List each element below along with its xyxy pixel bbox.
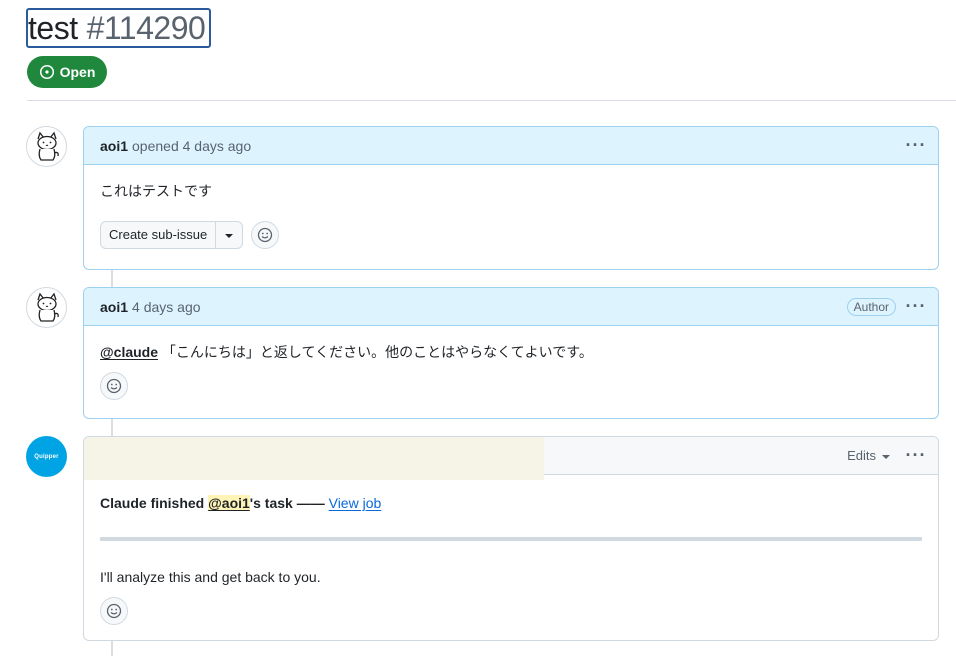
- comment-header: Edits ···: [84, 437, 938, 480]
- timeline-connector: [111, 419, 113, 437]
- triangle-down-icon: [882, 454, 890, 459]
- timeline-connector: [111, 641, 113, 656]
- kebab-horizontal-icon[interactable]: ···: [904, 135, 928, 156]
- comment-author[interactable]: aoi1: [100, 299, 128, 315]
- author-badge: Author: [846, 297, 896, 316]
- avatar[interactable]: [26, 126, 67, 167]
- create-sub-issue-button[interactable]: Create sub-issue: [101, 222, 217, 248]
- task-status-line: Claude finished @aoi1's task —— View job: [100, 493, 922, 513]
- issue-state-badge: Open: [27, 56, 107, 88]
- user-mention-link[interactable]: @aoi1: [208, 495, 250, 511]
- view-job-link[interactable]: View job: [329, 495, 382, 511]
- comment-header: aoi1 4 days ago Author ···: [84, 288, 938, 326]
- issue-opened-icon: [39, 64, 54, 80]
- add-reaction-button[interactable]: [251, 221, 280, 249]
- smiley-icon: [106, 603, 122, 619]
- redacted-header-area: [84, 437, 544, 480]
- comment-card: aoi1 opened 4 days ago ··· これはテストです Crea…: [83, 126, 939, 270]
- comment-timestamp[interactable]: opened 4 days ago: [132, 138, 251, 154]
- add-reaction-button[interactable]: [100, 597, 128, 625]
- create-sub-issue-split-button: Create sub-issue: [100, 221, 244, 249]
- comment-body-text: これはテストです: [100, 183, 212, 199]
- comment-author[interactable]: aoi1: [100, 138, 128, 154]
- issue-number: #114290: [86, 10, 206, 46]
- cat-avatar-icon: [36, 131, 59, 161]
- avatar-org-logo: Quipper: [34, 453, 59, 460]
- comment-body-text: I'll analyze this and get back to you.: [100, 569, 321, 585]
- comment-timestamp[interactable]: 4 days ago: [132, 299, 201, 315]
- comment-body-text: @claude 「こんにちは」と返してください。他のことはやらなくてよいです。: [100, 342, 922, 362]
- comment-header: aoi1 opened 4 days ago ···: [84, 127, 938, 165]
- timeline-connector: [111, 270, 113, 288]
- horizontal-rule: [100, 537, 922, 541]
- status-prefix: Claude finished: [100, 495, 209, 511]
- kebab-horizontal-icon[interactable]: ···: [904, 296, 928, 317]
- header-divider: [27, 100, 956, 101]
- edits-history-button[interactable]: Edits: [847, 448, 890, 463]
- smiley-icon: [106, 378, 122, 394]
- comment-card: aoi1 4 days ago Author ··· @claude 「こんにち…: [83, 287, 939, 419]
- comment-body-rest: 「こんにちは」と返してください。他のことはやらなくてよいです。: [158, 344, 593, 360]
- triangle-down-icon: [225, 234, 234, 238]
- issue-state-label: Open: [59, 64, 96, 80]
- user-mention-link[interactable]: @claude: [100, 344, 158, 360]
- avatar[interactable]: Quipper: [26, 436, 67, 477]
- issue-title-text: test: [28, 10, 78, 46]
- sub-issue-dropdown-button[interactable]: [216, 222, 242, 248]
- status-suffix: 's task ——: [249, 495, 329, 511]
- add-reaction-button[interactable]: [100, 372, 128, 400]
- avatar[interactable]: [26, 287, 67, 328]
- issue-title[interactable]: test #114290: [26, 8, 211, 48]
- kebab-horizontal-icon[interactable]: ···: [904, 445, 928, 466]
- smiley-icon: [258, 227, 273, 243]
- edits-label: Edits: [847, 448, 876, 463]
- comment-card: Edits ··· Claude finished @aoi1's task —…: [83, 436, 939, 641]
- cat-avatar-icon: [36, 292, 59, 322]
